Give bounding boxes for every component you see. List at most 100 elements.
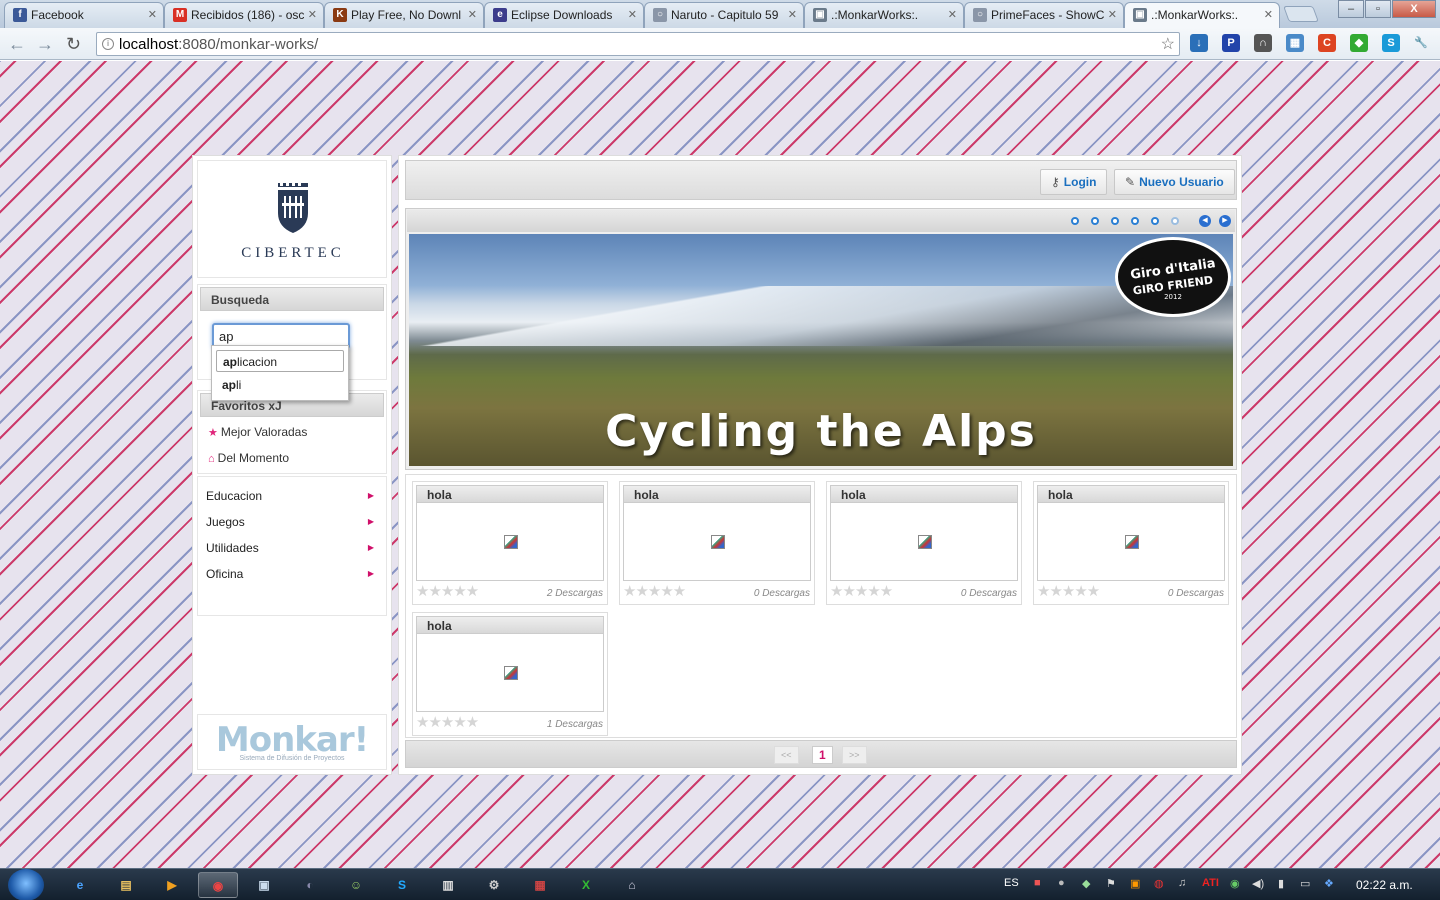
address-bar[interactable]: i localhost:8080/monkar-works/ ☆ <box>96 32 1180 56</box>
extension-p-icon[interactable]: P <box>1222 34 1240 52</box>
rating-stars[interactable]: ★★★★★ <box>416 715 479 730</box>
ati-icon[interactable]: ATI <box>1202 877 1219 889</box>
flag-icon[interactable]: ⚑ <box>1106 877 1116 890</box>
previous-slide-icon[interactable]: ◀ <box>1199 215 1211 227</box>
tray-icon[interactable]: ● <box>1058 877 1065 889</box>
project-card[interactable]: hola ★★★★★ 0 Descargas <box>1033 481 1229 605</box>
browser-tab[interactable]: ○ PrimeFaces - ShowC ✕ <box>964 2 1124 28</box>
category-item-juegos[interactable]: Juegos ▶ <box>206 515 378 529</box>
close-tab-icon[interactable]: ✕ <box>468 8 477 21</box>
minimize-button[interactable]: – <box>1338 0 1364 18</box>
notepad-icon[interactable]: ▥ <box>428 872 468 898</box>
extension-icon[interactable]: ◆ <box>1350 34 1368 52</box>
category-item-oficina[interactable]: Oficina ▶ <box>206 567 378 581</box>
chrome-icon[interactable]: ◉ <box>198 872 238 898</box>
tray-icon[interactable]: ◆ <box>1082 877 1090 890</box>
network-icon[interactable]: ▭ <box>1300 877 1310 890</box>
category-item-educacion[interactable]: Educacion ▶ <box>206 489 378 503</box>
bookmark-star-icon[interactable]: ☆ <box>1161 34 1175 54</box>
new-user-button[interactable]: ✎ Nuevo Usuario <box>1114 169 1235 195</box>
favorite-item-trending[interactable]: ⌂ Del Momento <box>208 451 289 465</box>
close-tab-icon[interactable]: ✕ <box>1108 8 1117 21</box>
browser-tab[interactable]: ○ Naruto - Capitulo 59 ✕ <box>644 2 804 28</box>
close-tab-icon[interactable]: ✕ <box>1264 8 1273 21</box>
project-card[interactable]: hola ★★★★★ 0 Descargas <box>826 481 1022 605</box>
explorer-folder-icon[interactable]: ▤ <box>106 872 146 898</box>
eclipse-icon[interactable]: ◐ <box>290 872 330 898</box>
autocomplete-option[interactable]: apli <box>216 374 344 396</box>
close-tab-icon[interactable]: ✕ <box>628 8 637 21</box>
slide-dot[interactable] <box>1091 217 1099 225</box>
previous-page-button[interactable]: << <box>774 746 799 764</box>
tray-icon[interactable]: ▣ <box>1130 877 1140 890</box>
close-tab-icon[interactable]: ✕ <box>308 8 317 21</box>
media-player-icon[interactable]: ▶ <box>152 872 192 898</box>
project-card[interactable]: hola ★★★★★ 2 Descargas <box>412 481 608 605</box>
remote-desktop-icon[interactable]: ⌂ <box>612 872 652 898</box>
messenger-icon[interactable]: ☺ <box>336 872 376 898</box>
music-icon[interactable]: ♫ <box>1178 877 1186 889</box>
tray-icon[interactable]: ■ <box>1034 877 1041 889</box>
maximize-button[interactable]: ▫ <box>1365 0 1391 18</box>
browser-tab[interactable]: ▣ .:MonkarWorks:. ✕ <box>804 2 964 28</box>
back-arrow-icon[interactable]: ← <box>8 34 26 54</box>
next-slide-icon[interactable]: ▶ <box>1219 215 1231 227</box>
close-window-button[interactable]: X <box>1392 0 1436 18</box>
forward-arrow-icon[interactable]: → <box>36 34 54 54</box>
browser-tab[interactable]: K Play Free, No Downl ✕ <box>324 2 484 28</box>
slide-dot[interactable] <box>1131 217 1139 225</box>
cibertec-logo[interactable]: CIBERTEC <box>197 160 387 278</box>
rating-stars[interactable]: ★★★★★ <box>830 584 893 599</box>
reload-icon[interactable]: ↻ <box>66 34 81 54</box>
settings-gear-icon[interactable]: ⚙ <box>474 872 514 898</box>
project-thumbnail[interactable] <box>623 503 811 581</box>
page-1-button[interactable]: 1 <box>812 746 833 764</box>
rating-stars[interactable]: ★★★★★ <box>623 584 686 599</box>
page-info-icon[interactable]: i <box>102 38 114 50</box>
close-tab-icon[interactable]: ✕ <box>948 8 957 21</box>
favorite-item-best-rated[interactable]: ★ Mejor Valoradas <box>208 425 307 439</box>
extension-icon[interactable]: ▦ <box>1286 34 1304 52</box>
headphones-extension-icon[interactable]: ∩ <box>1254 34 1272 52</box>
project-thumbnail[interactable] <box>416 503 604 581</box>
start-button[interactable] <box>8 869 44 900</box>
new-tab-button[interactable] <box>1283 6 1319 22</box>
next-page-button[interactable]: >> <box>842 746 867 764</box>
close-tab-icon[interactable]: ✕ <box>788 8 797 21</box>
language-indicator[interactable]: ES <box>1004 877 1019 889</box>
project-card[interactable]: hola ★★★★★ 0 Descargas <box>619 481 815 605</box>
dropbox-icon[interactable]: ❖ <box>1324 877 1334 890</box>
internet-explorer-icon[interactable]: e <box>60 872 100 898</box>
slide-dot-active[interactable] <box>1171 217 1179 225</box>
window-icon[interactable]: ▣ <box>244 872 284 898</box>
login-button[interactable]: ⚷ Login <box>1040 169 1108 195</box>
download-extension-icon[interactable]: ↓ <box>1190 34 1208 52</box>
skype-icon[interactable]: S <box>382 872 422 898</box>
banner-image[interactable]: Cycling the Alps Giro d'Italia GIRO FRIE… <box>409 234 1233 466</box>
rating-stars[interactable]: ★★★★★ <box>1037 584 1100 599</box>
tray-icon[interactable]: ◉ <box>1230 877 1240 890</box>
category-item-utilidades[interactable]: Utilidades ▶ <box>206 541 378 555</box>
slide-dot[interactable] <box>1151 217 1159 225</box>
extension-c-icon[interactable]: C <box>1318 34 1336 52</box>
browser-tab[interactable]: f Facebook ✕ <box>4 2 164 28</box>
autocomplete-option[interactable]: aplicacion <box>216 350 344 372</box>
project-thumbnail[interactable] <box>830 503 1018 581</box>
project-card[interactable]: hola ★★★★★ 1 Descargas <box>412 612 608 736</box>
browser-tab[interactable]: M Recibidos (186) - osc ✕ <box>164 2 324 28</box>
project-thumbnail[interactable] <box>416 634 604 712</box>
skype-extension-icon[interactable]: S <box>1382 34 1400 52</box>
close-tab-icon[interactable]: ✕ <box>148 8 157 21</box>
tray-icon[interactable]: ▮ <box>1278 877 1284 890</box>
browser-tab-active[interactable]: ▣ .:MonkarWorks:. ✕ <box>1124 2 1280 28</box>
wrench-menu-icon[interactable]: 🔧 <box>1412 34 1430 52</box>
excel-icon[interactable]: X <box>566 872 606 898</box>
slide-dot[interactable] <box>1111 217 1119 225</box>
winrar-icon[interactable]: ▦ <box>520 872 560 898</box>
browser-tab[interactable]: e Eclipse Downloads ✕ <box>484 2 644 28</box>
tray-icon[interactable]: ◍ <box>1154 877 1164 890</box>
system-clock[interactable]: 02:22 a.m. <box>1356 878 1413 892</box>
volume-icon[interactable]: ◀) <box>1252 877 1264 890</box>
project-thumbnail[interactable] <box>1037 503 1225 581</box>
slide-dot[interactable] <box>1071 217 1079 225</box>
